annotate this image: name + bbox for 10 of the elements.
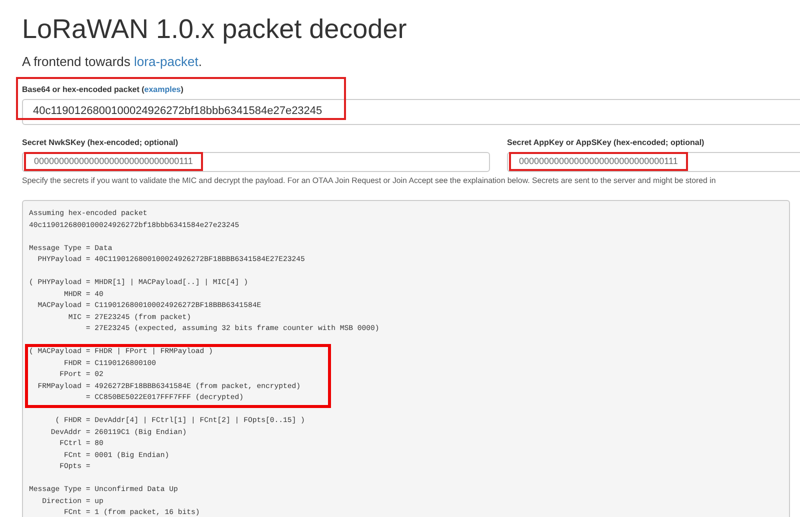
field-label: Base64 or hex-encoded packet (examples) [22,84,184,96]
input-field[interactable]: 40c1190126800100024926272bf18bbb6341584e27e23245 [22,98,800,124]
subtitle: A frontend towards lora-packet. [22,53,203,71]
field-label: Secret AppKey or AppSKey (hex-encoded; optional) [507,136,706,148]
field-label: Secret NwkSKey (hex-encoded; optional) [22,136,180,148]
input-field[interactable]: 00000000000000000000000000000111 [507,152,800,172]
input-field[interactable]: 00000000000000000000000000000111 [22,152,490,172]
page-title: LoRaWAN 1.0.x packet decoder [22,13,408,46]
lora-packet-link[interactable]: lora-packet [134,54,198,69]
examples-link[interactable]: examples [144,84,181,94]
